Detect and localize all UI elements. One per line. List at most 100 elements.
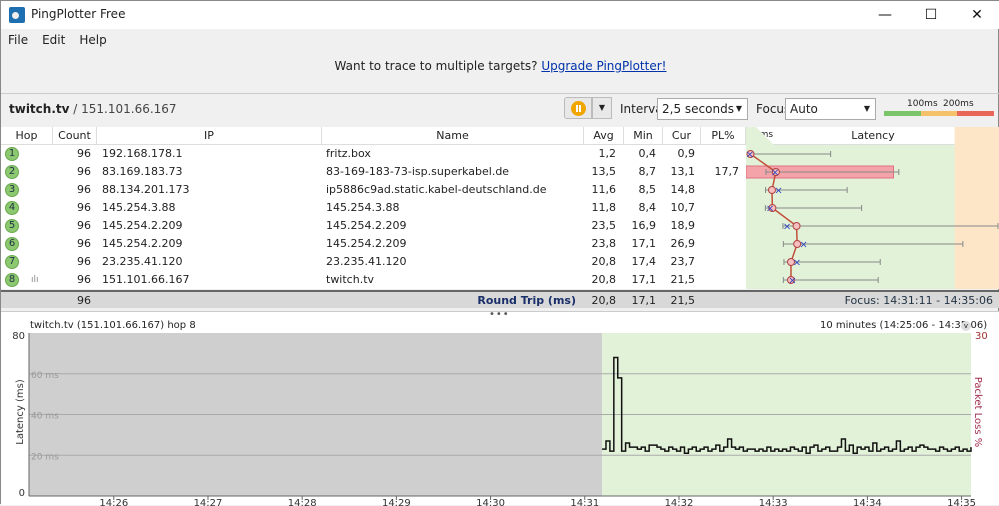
avg-cell: 11,6 <box>591 183 617 196</box>
table-row[interactable]: 2 96 83.169.183.73 83-169-183-73-isp.superk… <box>1 163 746 181</box>
x-tick-label: 14:26 <box>99 498 128 506</box>
table-row[interactable]: 4 96 145.254.3.88 145.254.3.88 11,8 8,4 10,7 <box>1 199 746 217</box>
count-cell: 96 <box>77 147 91 160</box>
focus-value: Auto <box>790 102 818 116</box>
interval-value: 2,5 seconds <box>662 102 734 116</box>
target-label: twitch.tv / 151.101.66.167 <box>9 102 177 116</box>
menu-edit[interactable]: Edit <box>42 33 65 47</box>
column-header-avg[interactable]: Avg <box>584 127 624 145</box>
current-latency-marker: × <box>788 276 796 287</box>
pl-cell <box>701 253 739 271</box>
cur-cell: 10,7 <box>670 201 696 214</box>
cur-cell: 26,9 <box>670 237 696 250</box>
ip-cell: 145.254.3.88 <box>102 201 176 214</box>
hop-number-badge: 4 <box>5 201 19 215</box>
latency-good-zone-header <box>746 127 774 145</box>
summary-cur: 21,5 <box>670 294 696 307</box>
y2-axis-label: Packet Loss % <box>972 377 983 448</box>
table-row[interactable]: 3 96 88.134.201.173 ip5886c9ad.static.kabel… <box>1 181 746 199</box>
grid-label: 20 ms <box>31 452 59 462</box>
upgrade-link[interactable]: Upgrade PingPlotter! <box>541 59 666 73</box>
cur-cell: 0,9 <box>677 147 696 160</box>
column-header-pl[interactable]: PL% <box>701 127 746 145</box>
hop-number-badge: 1 <box>5 147 19 161</box>
pause-dropdown-button[interactable]: ▼ <box>592 97 612 119</box>
avg-cell: 11,8 <box>591 201 617 214</box>
maximize-button[interactable]: ☐ <box>908 1 954 29</box>
target-ip: / 151.101.66.167 <box>73 102 177 116</box>
pause-button[interactable] <box>564 97 592 119</box>
name-cell: ip5886c9ad.static.kabel-deutschland.de <box>326 183 547 196</box>
table-row[interactable]: 8 ılı 96 151.101.66.167 twitch.tv 20,8 17,1 21,… <box>1 271 746 289</box>
table-row[interactable]: 1 96 192.168.178.1 fritz.box 1,2 0,4 0,9 <box>1 145 746 163</box>
banner-text: Want to trace to multiple targets? <box>334 59 538 73</box>
count-cell: 96 <box>77 165 91 178</box>
pl-cell <box>701 271 739 289</box>
grid-label: 40 ms <box>31 412 59 422</box>
cur-cell: 23,7 <box>670 255 696 268</box>
latency-warn-zone <box>954 127 999 289</box>
pl-cell <box>701 217 739 235</box>
menu-bar: File Edit Help <box>1 29 999 51</box>
y-axis-label: Latency (ms) <box>15 379 26 445</box>
ip-cell: 88.134.201.173 <box>102 183 190 196</box>
interval-select[interactable]: 2,5 seconds ▼ <box>657 98 748 120</box>
column-header-name[interactable]: Name <box>322 127 584 145</box>
menu-help[interactable]: Help <box>79 33 106 47</box>
count-cell: 96 <box>77 219 91 232</box>
close-button[interactable]: ✕ <box>954 1 999 29</box>
count-cell: 96 <box>77 201 91 214</box>
min-cell: 17,1 <box>631 273 657 286</box>
column-header-min[interactable]: Min <box>624 127 663 145</box>
x-tick-label: 14:32 <box>665 498 694 506</box>
latency-graph: × × × × × × × × <box>745 127 999 289</box>
cur-cell: 14,8 <box>670 183 696 196</box>
pl-cell <box>701 199 739 217</box>
ip-cell: 83.169.183.73 <box>102 165 183 178</box>
avg-latency-marker <box>792 222 801 230</box>
title-bar: PingPlotter Free — ☐ ✕ <box>1 1 999 29</box>
name-cell: 145.254.2.209 <box>326 237 407 250</box>
avg-cell: 23,5 <box>591 219 617 232</box>
current-latency-marker: × <box>771 168 779 179</box>
x-tick-label: 14:30 <box>476 498 505 506</box>
name-cell: twitch.tv <box>326 273 375 286</box>
summary-avg: 20,8 <box>591 294 617 307</box>
chart-icon[interactable]: ılı <box>31 275 39 285</box>
summary-count: 96 <box>77 294 91 307</box>
current-latency-marker: × <box>746 150 754 161</box>
pause-icon <box>571 101 586 116</box>
min-cell: 16,9 <box>631 219 657 232</box>
table-row[interactable]: 7 96 23.235.41.120 23.235.41.120 20,8 17,4 23,… <box>1 253 746 271</box>
current-latency-marker: × <box>766 204 774 215</box>
upgrade-banner: Want to trace to multiple targets? Upgra… <box>1 59 999 73</box>
cur-cell: 21,5 <box>670 273 696 286</box>
menu-file[interactable]: File <box>8 33 28 47</box>
column-header-cur[interactable]: Cur <box>663 127 701 145</box>
minimize-button[interactable]: — <box>862 1 908 29</box>
table-row[interactable]: 5 96 145.254.2.209 145.254.2.209 23,5 16,9 18,… <box>1 217 746 235</box>
y-tick-label: 0 <box>19 488 25 499</box>
column-header-hop[interactable]: Hop <box>1 127 53 145</box>
y2-tick-label: 30 <box>975 331 988 342</box>
avg-cell: 23,8 <box>591 237 617 250</box>
hop-number-badge: 6 <box>5 237 19 251</box>
ip-cell: 151.101.66.167 <box>102 273 190 286</box>
focus-select[interactable]: Auto ▼ <box>785 98 876 120</box>
chevron-down-icon: ▼ <box>863 104 870 113</box>
column-header-count[interactable]: Count <box>53 127 97 145</box>
chevron-down-icon: ▼ <box>735 104 742 113</box>
cur-cell: 13,1 <box>670 165 696 178</box>
ip-cell: 145.254.2.209 <box>102 237 183 250</box>
name-cell: 145.254.2.209 <box>326 219 407 232</box>
x-tick-label: 14:33 <box>759 498 788 506</box>
min-cell: 17,4 <box>631 255 657 268</box>
x-tick-label: 14:34 <box>853 498 882 506</box>
count-cell: 96 <box>77 255 91 268</box>
toolbar: twitch.tv / 151.101.66.167 ▼ Interval 2,… <box>1 93 999 126</box>
column-header-ip[interactable]: IP <box>97 127 322 145</box>
current-latency-marker: × <box>783 222 791 233</box>
ip-cell: 23.235.41.120 <box>102 255 183 268</box>
name-cell: 83-169-183-73-isp.superkabel.de <box>326 165 510 178</box>
table-row[interactable]: 6 96 145.254.2.209 145.254.2.209 23,8 17,1 26,… <box>1 235 746 253</box>
